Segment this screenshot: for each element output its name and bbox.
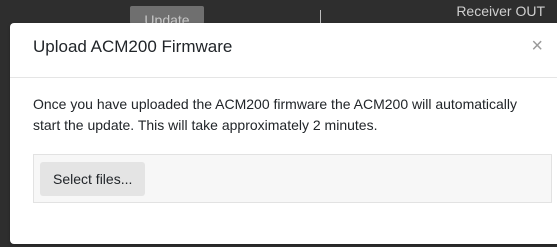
background-divider bbox=[320, 10, 321, 24]
close-icon[interactable]: × bbox=[531, 36, 543, 56]
dialog-body: Once you have uploaded the ACM200 firmwa… bbox=[10, 78, 557, 203]
dialog-title: Upload ACM200 Firmware bbox=[33, 37, 233, 56]
upload-firmware-dialog: Upload ACM200 Firmware × Once you have u… bbox=[10, 23, 557, 244]
dialog-description: Once you have uploaded the ACM200 firmwa… bbox=[33, 96, 518, 133]
file-dropzone[interactable]: Select files... bbox=[33, 154, 552, 203]
background-receiver-label: Receiver OUT bbox=[456, 3, 545, 19]
dialog-header: Upload ACM200 Firmware × bbox=[10, 23, 557, 78]
select-files-button[interactable]: Select files... bbox=[40, 162, 146, 196]
background-update-button: Update bbox=[130, 6, 204, 24]
